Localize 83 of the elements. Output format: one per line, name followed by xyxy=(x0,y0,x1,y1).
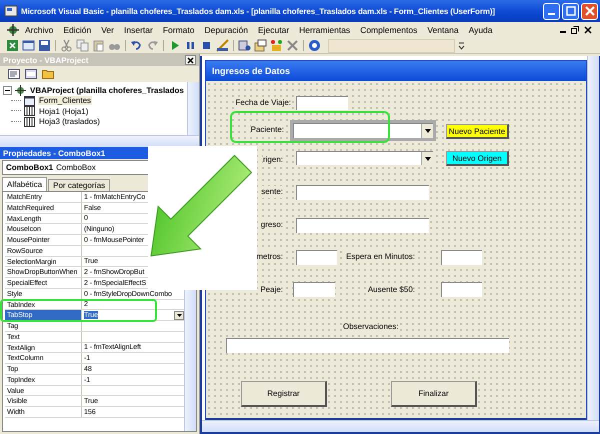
menu-item[interactable]: Ejecutar xyxy=(252,25,294,35)
save-icon[interactable] xyxy=(38,39,51,52)
menu-item[interactable]: Complementos xyxy=(355,25,422,35)
tab[interactable]: Por categorías xyxy=(48,179,110,191)
menu-item[interactable]: Depuración xyxy=(199,25,253,35)
maximize-button[interactable] xyxy=(562,2,579,20)
form-icon[interactable] xyxy=(22,39,35,52)
field-label: Fecha de Viaje: xyxy=(236,97,291,109)
close-icon xyxy=(187,56,194,64)
copy-icon[interactable] xyxy=(76,39,89,52)
minimize-button[interactable] xyxy=(543,2,560,20)
window-title: Microsoft Visual Basic - planilla choferes_Traslados dam.xls - [planilla choferes_Traslados dam.xls - Form_Clientes (UserForm)] xyxy=(21,6,496,16)
tree-item[interactable]: VBAProject (planilla choferes_Traslados xyxy=(29,86,185,95)
scrollbar[interactable] xyxy=(587,56,599,420)
properties-icon[interactable] xyxy=(254,39,267,52)
menu-item[interactable]: Archivo xyxy=(20,25,58,35)
form-button[interactable]: Nuevo Paciente xyxy=(446,124,509,139)
cut-icon[interactable] xyxy=(60,39,73,52)
tree-item[interactable]: Hoja3 (traslados) xyxy=(38,117,101,126)
menu-item[interactable]: Ayuda xyxy=(464,25,498,35)
tree-item[interactable]: Form_Clientes xyxy=(38,96,92,106)
caret-icon xyxy=(424,129,430,133)
folder-icon[interactable] xyxy=(42,69,54,79)
scrollbar[interactable] xyxy=(187,82,199,135)
field-label: greso: xyxy=(260,219,283,231)
caret-icon xyxy=(424,156,430,160)
sheet-icon xyxy=(24,116,35,127)
field-label: sente: xyxy=(261,186,283,198)
scrollbar[interactable] xyxy=(202,420,599,432)
menu-item[interactable]: Ventana xyxy=(422,25,464,35)
form-button[interactable]: Nuevo Origen xyxy=(446,151,509,166)
panel-title: Proyecto - VBAProject xyxy=(3,56,88,64)
form-icon xyxy=(24,96,35,106)
stop-icon[interactable] xyxy=(200,39,213,52)
restore-icon[interactable] xyxy=(571,26,579,34)
text-field[interactable] xyxy=(293,282,335,297)
tree-item[interactable]: Hoja1 (Hoja1) xyxy=(38,106,90,116)
combo-box[interactable] xyxy=(296,151,433,165)
undo-icon[interactable] xyxy=(130,39,143,52)
text-field[interactable] xyxy=(296,250,337,265)
help-icon[interactable] xyxy=(308,39,321,52)
menu-item[interactable]: Formato xyxy=(158,25,200,35)
text-field[interactable] xyxy=(296,185,429,200)
pause-icon[interactable] xyxy=(184,39,197,52)
scrollbar[interactable] xyxy=(0,135,199,147)
collapse-icon[interactable] xyxy=(3,86,12,95)
text-field[interactable] xyxy=(441,250,482,265)
maximize-icon xyxy=(564,4,578,18)
tab[interactable]: Alfabética xyxy=(2,177,48,191)
dropdown-button[interactable] xyxy=(174,310,184,320)
close-button[interactable] xyxy=(185,55,196,65)
text-field[interactable] xyxy=(226,338,509,353)
panel-title: Propiedades - ComboBox1 xyxy=(3,148,106,158)
menu-item[interactable]: Edición xyxy=(58,25,96,35)
form-title: Ingresos de Datos xyxy=(212,66,290,76)
app-icon xyxy=(4,4,18,18)
field-label: Paciente: xyxy=(250,124,284,136)
paste-icon[interactable] xyxy=(92,39,105,52)
minimize-icon xyxy=(548,13,555,15)
text-field[interactable] xyxy=(441,282,482,297)
sheet-icon xyxy=(24,106,35,116)
field-label: Espera en Minutos: xyxy=(346,251,415,263)
close-icon xyxy=(582,4,596,18)
chevron-icon[interactable] xyxy=(458,41,465,50)
text-field[interactable] xyxy=(296,218,429,233)
view-object-icon[interactable] xyxy=(25,69,37,79)
field-label: Peaje: xyxy=(260,284,283,296)
design-icon[interactable] xyxy=(216,39,229,52)
menu-item[interactable]: Insertar xyxy=(119,25,158,35)
form-button[interactable]: Registrar xyxy=(241,381,327,407)
field-label: rigen: xyxy=(262,154,283,166)
text-field[interactable] xyxy=(296,96,348,110)
field-label: Ausente $50: xyxy=(368,284,415,296)
form-button[interactable]: Finalizar xyxy=(391,381,477,407)
combo-box[interactable] xyxy=(293,123,433,138)
caret-icon xyxy=(176,314,182,317)
toolbox-icon[interactable] xyxy=(270,39,283,52)
excel-icon[interactable] xyxy=(6,39,19,52)
close-icon[interactable] xyxy=(584,26,592,34)
menu-item[interactable]: Herramientas xyxy=(294,25,356,35)
view-code-icon[interactable] xyxy=(8,69,20,79)
field-label: Observaciones: xyxy=(343,321,399,333)
menu-item[interactable]: Ver xyxy=(96,25,119,35)
